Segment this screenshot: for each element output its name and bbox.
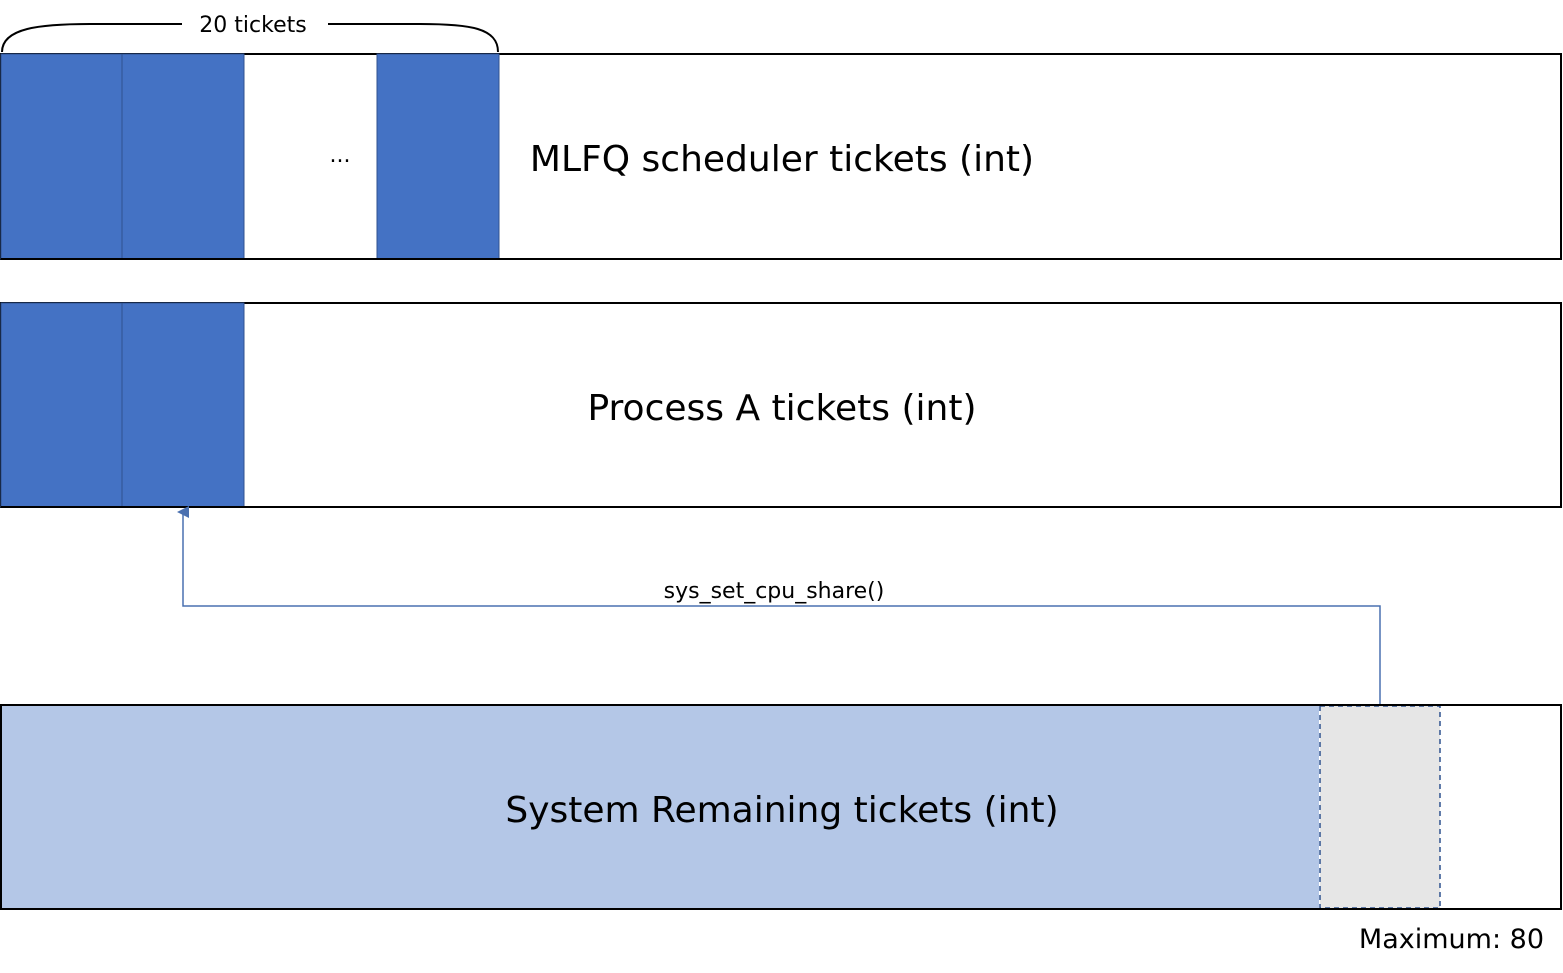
maximum-label: Maximum: 80 (1359, 924, 1544, 955)
row-system: System Remaining tickets (int) (0, 704, 1562, 910)
row-mlfq: ... MLFQ scheduler tickets (int) (0, 53, 1562, 260)
ticket-diagram: 20 tickets ... MLFQ scheduler tickets (i… (0, 13, 1562, 955)
arrow-connector (177, 506, 1381, 705)
system-transfer-block (1319, 705, 1441, 909)
process-a-ticket-block-1 (0, 302, 123, 508)
row-process-a: Process A tickets (int) (0, 302, 1562, 508)
mlfq-label: MLFQ scheduler tickets (int) (530, 139, 1034, 180)
brace: 20 tickets (1, 13, 499, 53)
mlfq-ellipsis: ... (330, 143, 351, 168)
transfer-arrow: sys_set_cpu_share() (177, 506, 1381, 705)
brace-label: 20 tickets (199, 13, 306, 38)
system-label: System Remaining tickets (int) (505, 790, 1058, 831)
mlfq-ticket-block-last (376, 53, 500, 260)
arrow-label: sys_set_cpu_share() (664, 579, 885, 604)
process-a-label: Process A tickets (int) (587, 388, 976, 429)
mlfq-ticket-block-1 (0, 53, 123, 260)
process-a-ticket-block-2 (121, 302, 245, 508)
mlfq-ticket-block-2 (121, 53, 245, 260)
